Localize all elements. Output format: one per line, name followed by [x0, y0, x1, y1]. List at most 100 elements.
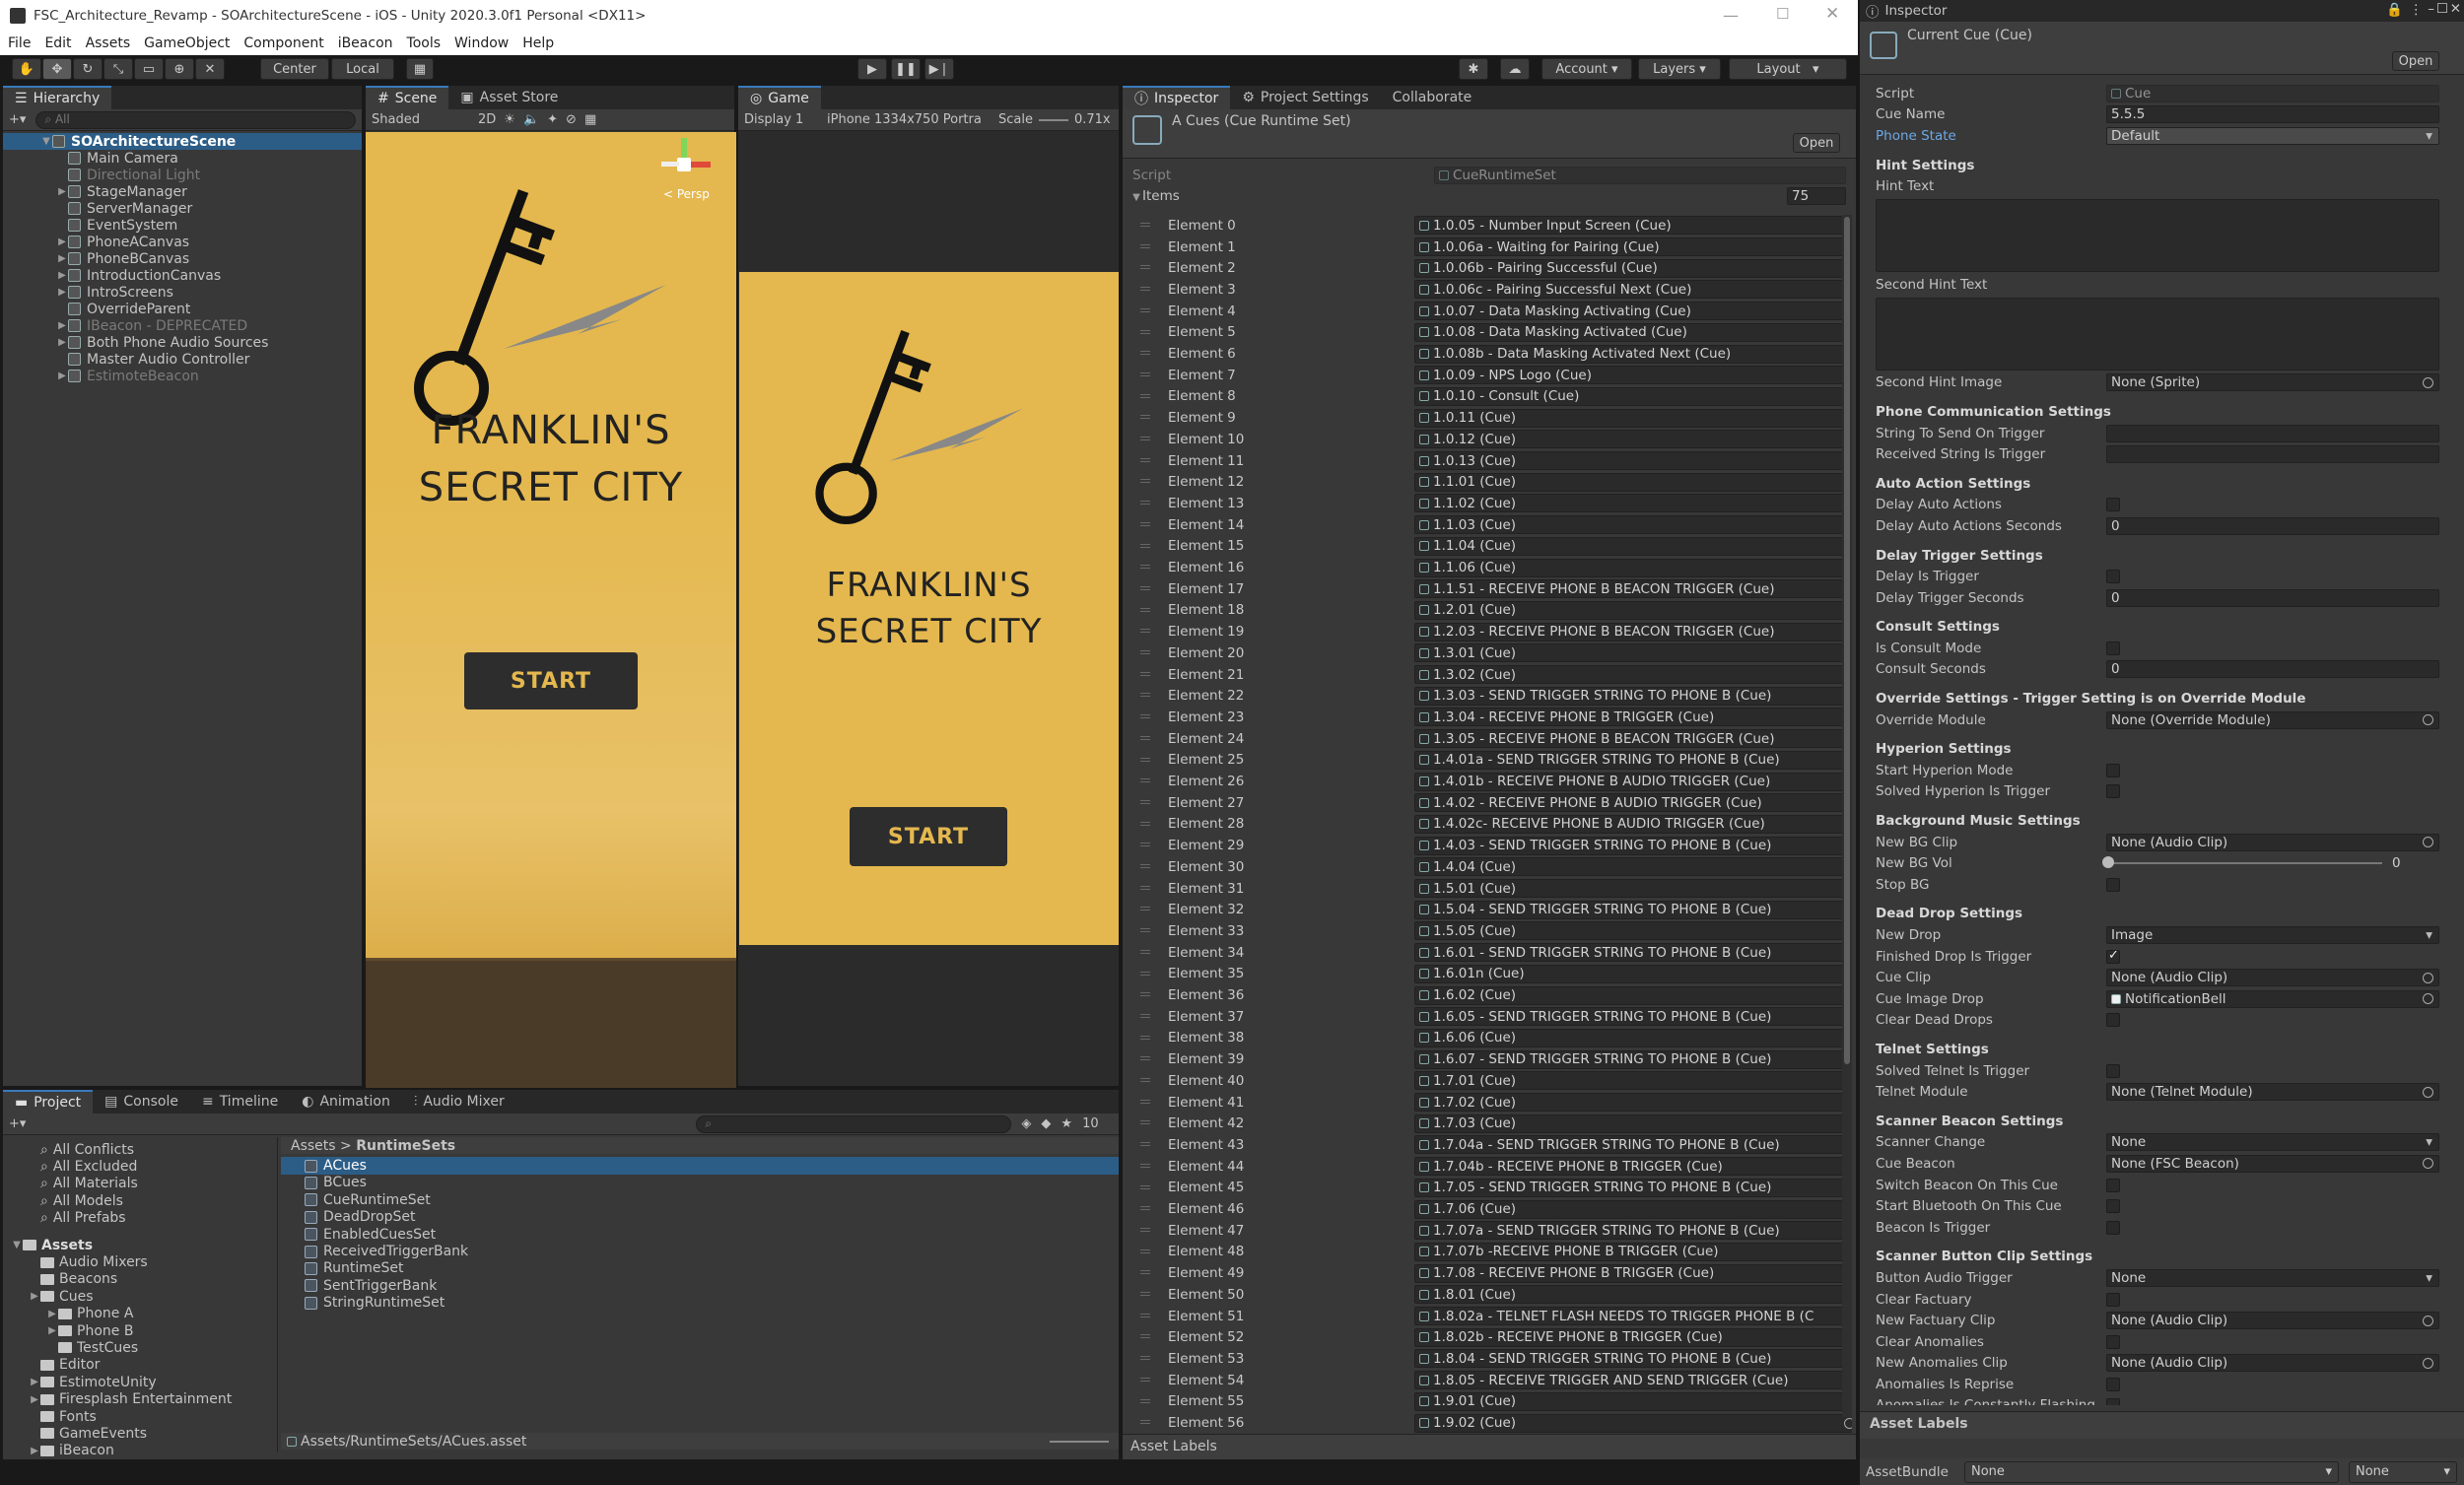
object-picker-icon[interactable] — [2423, 993, 2433, 1005]
drag-handle-icon[interactable] — [1140, 1227, 1150, 1232]
tab-collaborate[interactable]: Collaborate — [1381, 86, 1484, 109]
menu-assets[interactable]: Assets — [86, 35, 131, 51]
hierarchy-item[interactable]: OverrideParent — [3, 301, 362, 317]
drag-handle-icon[interactable] — [1140, 457, 1150, 462]
expand-arrow-icon[interactable]: ▶ — [29, 1394, 40, 1405]
list-element-row[interactable]: Element 11 1.0.13 (Cue) — [1123, 450, 1852, 472]
field-value[interactable]: Default — [2106, 126, 2439, 145]
slider-track[interactable] — [2106, 862, 2382, 865]
folder-tree-item[interactable]: ▶ Firesplash Entertainment — [3, 1390, 275, 1407]
drag-handle-icon[interactable] — [1140, 1334, 1150, 1339]
list-element-row[interactable]: Element 26 1.4.01b - RECEIVE PHONE B AUDI… — [1123, 771, 1852, 792]
element-object-field[interactable]: 1.4.02c- RECEIVE PHONE B AUDIO TRIGGER (… — [1414, 814, 1852, 834]
hidden-packages-count[interactable]: 10 — [1082, 1116, 1099, 1131]
grid-snap-icon[interactable]: ▦ — [406, 58, 434, 80]
list-element-row[interactable]: Element 10 1.0.12 (Cue) — [1123, 429, 1852, 450]
drag-handle-icon[interactable] — [1140, 757, 1150, 762]
folder-tree-item[interactable]: ▶ EstimoteUnity — [3, 1374, 275, 1390]
element-object-field[interactable]: 1.7.07b -RECEIVE PHONE B TRIGGER (Cue) — [1414, 1242, 1852, 1261]
drag-handle-icon[interactable] — [1140, 585, 1150, 590]
object-picker-icon[interactable] — [2423, 376, 2433, 388]
field-value[interactable]: None (Telnet Module) — [2106, 1083, 2439, 1102]
layout-dropdown[interactable]: Layout ▾ — [1729, 58, 1847, 80]
field-value[interactable]: None (Sprite) — [2106, 373, 2439, 392]
drag-handle-icon[interactable] — [1140, 1013, 1150, 1018]
gizmo-persp-label[interactable]: < Persp — [663, 187, 710, 201]
tab-timeline[interactable]: ≡ Timeline — [190, 1090, 290, 1114]
list-element-row[interactable]: Element 3 1.0.06c - Pairing Successful Ne… — [1123, 279, 1852, 301]
list-element-row[interactable]: Element 8 1.0.10 - Consult (Cue) — [1123, 386, 1852, 408]
tab-inspector-right[interactable]: Inspector — [1885, 3, 1948, 19]
list-element-row[interactable]: Element 49 1.7.08 - RECEIVE PHONE B TRIGG… — [1123, 1262, 1852, 1284]
scrollbar-thumb[interactable] — [1844, 217, 1850, 1064]
element-object-field[interactable]: 1.5.01 (Cue) — [1414, 879, 1852, 899]
folder-tree-item[interactable]: ▶ Phone B — [3, 1322, 275, 1339]
checkbox[interactable] — [2106, 1292, 2120, 1307]
menu-file[interactable]: File — [8, 35, 31, 51]
field-delay-trigger-seconds[interactable]: Delay Trigger Seconds 0 — [1876, 587, 2439, 609]
list-element-row[interactable]: Element 56 1.9.02 (Cue) — [1123, 1412, 1852, 1434]
assetbundle-dropdown[interactable]: None ▾ — [1964, 1460, 2339, 1483]
list-element-row[interactable]: Element 33 1.5.05 (Cue) — [1123, 920, 1852, 942]
drag-handle-icon[interactable] — [1140, 1120, 1150, 1125]
expand-arrow-icon[interactable]: ▶ — [56, 186, 68, 197]
game-canvas[interactable]: FRANKLIN'S SECRET CITY START — [739, 272, 1119, 945]
list-element-row[interactable]: Element 52 1.8.02b - RECEIVE PHONE B TRIG… — [1123, 1326, 1852, 1348]
field-phone-state[interactable]: Phone State Default — [1876, 125, 2439, 147]
fx-icon[interactable]: ✦ — [547, 112, 558, 127]
field-finished-drop-is-trigger[interactable]: Finished Drop Is Trigger ✓ — [1876, 946, 2439, 968]
drag-handle-icon[interactable] — [1140, 393, 1150, 398]
element-object-field[interactable]: 1.8.05 - RECEIVE TRIGGER AND SEND TRIGGE… — [1414, 1371, 1852, 1390]
hierarchy-item[interactable]: ▶ IntroductionCanvas — [3, 267, 362, 284]
drag-handle-icon[interactable] — [1140, 265, 1150, 270]
list-element-row[interactable]: Element 37 1.6.05 - SEND TRIGGER STRING T… — [1123, 1006, 1852, 1028]
hierarchy-search-input[interactable]: ⌕ All — [35, 110, 356, 129]
element-object-field[interactable]: 1.1.01 (Cue) — [1414, 472, 1852, 492]
expand-arrow-icon[interactable]: ▶ — [56, 253, 68, 264]
list-element-row[interactable]: Element 50 1.8.01 (Cue) — [1123, 1284, 1852, 1306]
menu-help[interactable]: Help — [522, 35, 554, 51]
hierarchy-item[interactable]: EventSystem — [3, 217, 362, 234]
field-anomalies-is-reprise[interactable]: Anomalies Is Reprise — [1876, 1374, 2439, 1395]
field-button-audio-trigger[interactable]: Button Audio Trigger None — [1876, 1267, 2439, 1289]
element-object-field[interactable]: 1.7.05 - SEND TRIGGER STRING TO PHONE B … — [1414, 1178, 1852, 1197]
element-object-field[interactable]: 1.1.03 (Cue) — [1414, 515, 1852, 535]
field-solved-hyperion-is-trigger[interactable]: Solved Hyperion Is Trigger — [1876, 781, 2439, 803]
field-value[interactable]: 0 — [2106, 660, 2439, 679]
field-switch-beacon-on-this-cue[interactable]: Switch Beacon On This Cue — [1876, 1175, 2439, 1196]
list-element-row[interactable]: Element 40 1.7.01 (Cue) — [1123, 1070, 1852, 1092]
list-element-row[interactable]: Element 54 1.8.05 - RECEIVE TRIGGER AND S… — [1123, 1370, 1852, 1391]
drag-handle-icon[interactable] — [1140, 650, 1150, 654]
pause-button[interactable]: ❚❚ — [891, 58, 921, 80]
folder-tree-item[interactable]: ▶ Cues — [3, 1288, 275, 1305]
transform-tool-icon[interactable]: ⊕ — [165, 58, 194, 80]
list-element-row[interactable]: Element 53 1.8.04 - SEND TRIGGER STRING T… — [1123, 1348, 1852, 1370]
element-object-field[interactable]: 1.4.01b - RECEIVE PHONE B AUDIO TRIGGER … — [1414, 772, 1852, 791]
asset-file[interactable]: CueRuntimeSet — [281, 1191, 1119, 1208]
rotate-tool-icon[interactable]: ↻ — [73, 58, 103, 80]
scrollbar[interactable] — [1842, 215, 1852, 1417]
folder-tree-item[interactable]: Fonts — [3, 1408, 275, 1425]
mode-2d-toggle[interactable]: 2D — [478, 112, 496, 127]
hierarchy-item[interactable]: Main Camera — [3, 150, 362, 167]
field-value[interactable]: Cue — [2106, 84, 2439, 102]
text-area[interactable] — [1876, 296, 2439, 372]
object-picker-icon[interactable] — [2423, 1315, 2433, 1326]
rect-tool-icon[interactable]: ▭ — [134, 58, 164, 80]
field-delay-auto-actions-seconds[interactable]: Delay Auto Actions Seconds 0 — [1876, 515, 2439, 537]
field-anomalies-is-constantly-flashing[interactable]: Anomalies Is Constantly Flashing — [1876, 1395, 2439, 1405]
asset-file[interactable]: BCues — [281, 1175, 1119, 1191]
scale-tool-icon[interactable]: ⤡ — [103, 58, 133, 80]
maximize-icon[interactable]: ☐ — [1776, 5, 1789, 23]
field-value[interactable] — [2106, 424, 2439, 442]
folder-tree-item[interactable]: ▶ iBeacon — [3, 1443, 275, 1459]
element-object-field[interactable]: 1.2.03 - RECEIVE PHONE B BEACON TRIGGER … — [1414, 622, 1852, 641]
lighting-icon[interactable]: ☀ — [504, 112, 515, 127]
field-value[interactable]: 0 — [2106, 588, 2439, 607]
checkbox[interactable] — [2106, 784, 2120, 799]
list-element-row[interactable]: Element 2 1.0.06b - Pairing Successful (C… — [1123, 257, 1852, 279]
field-new-drop[interactable]: New Drop Image — [1876, 924, 2439, 946]
favorite-item[interactable]: ⌕ All Prefabs — [3, 1210, 275, 1227]
folder-tree-item[interactable]: ▶ Phone A — [3, 1306, 275, 1322]
grid-icon[interactable]: ▦ — [584, 112, 596, 127]
